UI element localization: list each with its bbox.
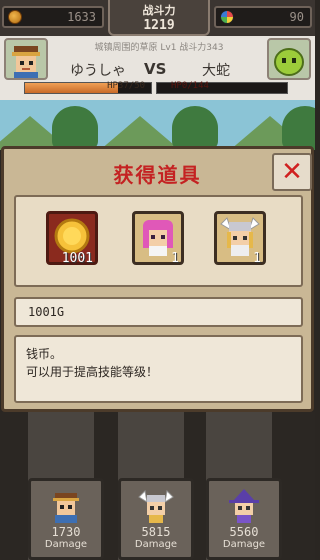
enemy-hp-bar: HP0/144 bbox=[156, 81, 288, 94]
gold-counter: 1633 bbox=[2, 6, 104, 28]
enemy-avatar bbox=[267, 38, 311, 80]
gold-coin-icon bbox=[8, 10, 22, 24]
tree bbox=[172, 106, 218, 150]
item-amount: 1001G bbox=[28, 305, 65, 319]
item-obtained-dialog: 获得道具 ✕ 1001 1 1 1001G 钱币。 可以用于提高技能等级！ bbox=[1, 146, 314, 412]
damage-value: 5560 bbox=[229, 525, 259, 539]
item-slot-gold[interactable]: 1001 bbox=[46, 211, 98, 266]
damage-value: 5815 bbox=[141, 525, 171, 539]
top-hud: 1633 战斗力 1219 90 bbox=[0, 0, 315, 40]
tree bbox=[282, 106, 315, 150]
vs-label: VS bbox=[144, 60, 167, 78]
item-description: 钱币。 可以用于提高技能等级！ bbox=[14, 335, 303, 403]
hero-face-icon bbox=[12, 46, 40, 78]
valkyrie-face-icon bbox=[138, 489, 174, 523]
green-slime-icon bbox=[274, 48, 304, 76]
description-line: 可以用于提高技能等级！ bbox=[26, 365, 159, 379]
witch-face-icon bbox=[229, 489, 259, 523]
party-card-valkyrie[interactable]: 5815 Damage bbox=[118, 478, 194, 560]
item-count: 1 bbox=[171, 251, 179, 266]
gem-value: 90 bbox=[289, 10, 304, 24]
hero-face-icon bbox=[53, 493, 79, 523]
hero-avatar bbox=[4, 38, 48, 80]
item-amount-field: 1001G bbox=[14, 297, 303, 327]
gem-icon bbox=[220, 10, 234, 24]
damage-label: Damage bbox=[222, 539, 266, 550]
description-line: 钱币。 bbox=[26, 347, 63, 361]
item-slot-pink-hair-character[interactable]: 1 bbox=[132, 211, 184, 266]
party-card-hero[interactable]: 1730 Damage bbox=[28, 478, 104, 560]
stage-info: 城镇周围的草原 Lv1 战斗力343 bbox=[94, 43, 224, 53]
damage-value: 1730 bbox=[51, 525, 81, 539]
power-label: 战斗力 bbox=[142, 4, 176, 17]
item-count: 1 bbox=[253, 251, 261, 266]
hero-hp-fill bbox=[25, 83, 119, 93]
close-button[interactable]: ✕ bbox=[272, 153, 312, 191]
enemy-hp-text: HP0/144 bbox=[171, 81, 209, 91]
damage-label: Damage bbox=[134, 539, 178, 550]
hero-hp-bar: HP37/50 bbox=[24, 81, 152, 94]
close-icon: ✕ bbox=[281, 157, 303, 187]
enemy-name: 大蛇 bbox=[202, 63, 230, 79]
tree bbox=[52, 106, 98, 150]
gem-counter: 90 bbox=[214, 6, 312, 28]
power-display: 战斗力 1219 bbox=[108, 0, 210, 36]
dialog-title: 获得道具 bbox=[113, 163, 202, 187]
gold-value: 1633 bbox=[67, 10, 96, 24]
battle-scene bbox=[0, 100, 315, 150]
party-card-witch[interactable]: 5560 Damage bbox=[206, 478, 282, 560]
item-slot-winged-helmet-character[interactable]: 1 bbox=[214, 211, 266, 266]
power-value: 1219 bbox=[143, 18, 175, 33]
mountain bbox=[100, 116, 180, 150]
battle-info: 城镇周围的草原 Lv1 战斗力343 ゆうしゃ VS 大蛇 HP37/50 HP… bbox=[0, 36, 315, 100]
damage-label: Damage bbox=[44, 539, 88, 550]
items-panel: 1001 1 1 bbox=[14, 195, 303, 287]
hero-hp-text: HP37/50 bbox=[107, 81, 145, 91]
item-count: 1001 bbox=[61, 251, 93, 266]
hero-name: ゆうしゃ bbox=[70, 63, 126, 79]
party-area: 1730 Damage 5815 Damage 5560 Damage bbox=[0, 412, 315, 560]
